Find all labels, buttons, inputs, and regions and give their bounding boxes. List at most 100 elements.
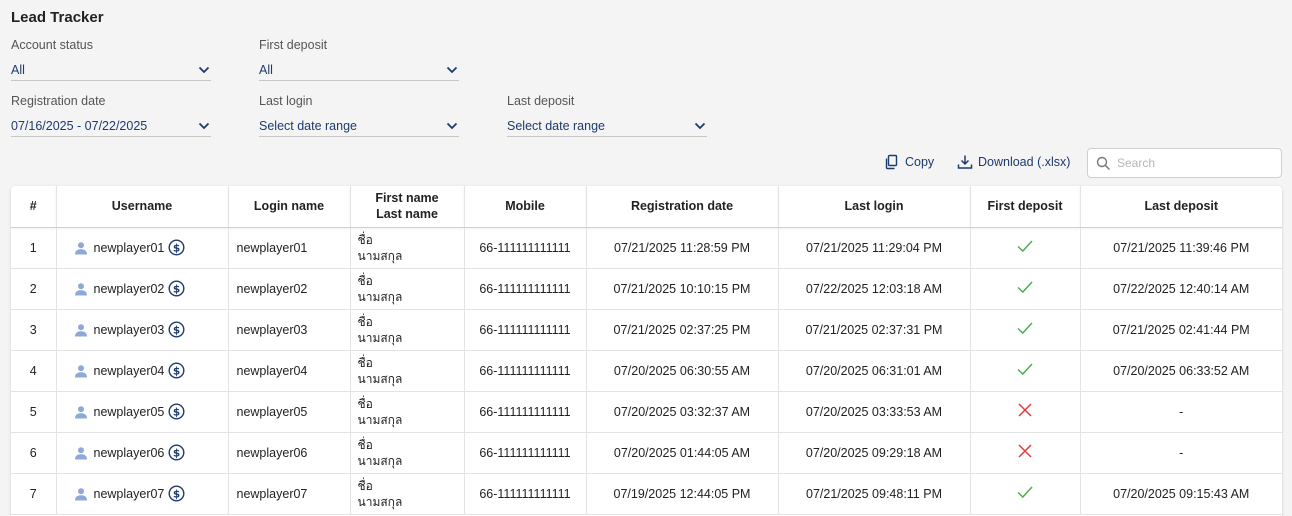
chevron-down-icon — [446, 66, 458, 73]
username-text[interactable]: newplayer06 — [94, 446, 165, 460]
table-row[interactable]: 2 newplayer02 $ newplayer02 ชื่อ นามสกุล… — [11, 268, 1282, 310]
dollar-coin-icon[interactable]: $ — [168, 444, 185, 461]
last-login-select[interactable]: Select date range — [259, 115, 459, 137]
username-text[interactable]: newplayer04 — [94, 364, 165, 378]
copy-label: Copy — [905, 155, 935, 169]
row-index: 7 — [11, 473, 57, 515]
row-last-name: นามสกุล — [357, 289, 403, 304]
user-icon — [74, 282, 87, 295]
row-full-name: ชื่อ นามสกุล — [350, 227, 465, 269]
row-username: newplayer05 $ — [56, 391, 229, 433]
row-first-name: ชื่อ — [357, 355, 373, 370]
filter-registration-date: Registration date 07/16/2025 - 07/22/202… — [11, 93, 211, 137]
search-icon — [1096, 156, 1111, 170]
row-first-name: ชื่อ — [357, 273, 373, 288]
username-text[interactable]: newplayer01 — [94, 241, 165, 255]
row-full-name: ชื่อ นามสกุล — [350, 473, 465, 515]
download-label: Download (.xlsx) — [978, 155, 1071, 169]
header-login-name[interactable]: Login name — [228, 186, 351, 228]
row-mobile: 66-111111111111 — [464, 391, 587, 433]
row-last-name: นามสกุล — [357, 248, 403, 263]
username-text[interactable]: newplayer02 — [94, 282, 165, 296]
row-login-name: newplayer05 — [228, 391, 351, 433]
row-login-name: newplayer04 — [228, 350, 351, 392]
download-xlsx-button[interactable]: Download (.xlsx) — [957, 154, 1070, 170]
row-registration-date: 07/21/2025 11:28:59 PM — [586, 227, 779, 269]
account-status-select[interactable]: All — [11, 59, 211, 81]
chevron-down-icon — [198, 66, 210, 73]
row-username: newplayer03 $ — [56, 309, 229, 351]
row-first-name: ชื่อ — [357, 232, 373, 247]
row-login-name: newplayer07 — [228, 473, 351, 515]
chevron-down-icon — [198, 122, 210, 129]
search-input[interactable] — [1117, 156, 1277, 170]
dollar-coin-icon[interactable]: $ — [168, 485, 185, 502]
chevron-down-icon — [446, 122, 458, 129]
header-first-deposit[interactable]: First deposit — [970, 186, 1081, 228]
table-row[interactable]: 4 newplayer04 $ newplayer04 ชื่อ นามสกุล… — [11, 350, 1282, 392]
row-last-deposit: 07/21/2025 11:39:46 PM — [1080, 227, 1282, 269]
row-first-name: ชื่อ — [357, 314, 373, 329]
header-index[interactable]: # — [11, 186, 57, 228]
row-first-deposit — [970, 432, 1081, 474]
row-login-name: newplayer03 — [228, 309, 351, 351]
row-username: newplayer01 $ — [56, 227, 229, 269]
dollar-coin-icon[interactable]: $ — [168, 321, 185, 338]
row-login-name: newplayer01 — [228, 227, 351, 269]
table-row[interactable]: 3 newplayer03 $ newplayer03 ชื่อ นามสกุล… — [11, 309, 1282, 351]
row-index: 3 — [11, 309, 57, 351]
row-index: 6 — [11, 432, 57, 474]
header-last-login[interactable]: Last login — [778, 186, 971, 228]
row-first-deposit — [970, 473, 1081, 515]
lead-table: # Username Login name First name Last na… — [11, 186, 1282, 515]
filter-label: Last deposit — [507, 94, 575, 108]
dollar-coin-icon[interactable]: $ — [168, 362, 185, 379]
table-row[interactable]: 6 newplayer06 $ newplayer06 ชื่อ นามสกุล… — [11, 432, 1282, 474]
username-text[interactable]: newplayer07 — [94, 487, 165, 501]
username-text[interactable]: newplayer03 — [94, 323, 165, 337]
dollar-coin-icon[interactable]: $ — [168, 403, 185, 420]
row-registration-date: 07/20/2025 01:44:05 AM — [586, 432, 779, 474]
header-full-name[interactable]: First name Last name — [350, 186, 465, 228]
table-row[interactable]: 7 newplayer07 $ newplayer07 ชื่อ นามสกุล… — [11, 473, 1282, 515]
table-header-row: # Username Login name First name Last na… — [11, 186, 1282, 228]
lead-table-container: # Username Login name First name Last na… — [11, 186, 1282, 516]
first-deposit-select[interactable]: All — [259, 59, 459, 81]
table-row[interactable]: 1 newplayer01 $ newplayer01 ชื่อ นามสกุล… — [11, 227, 1282, 269]
row-last-name: นามสกุล — [357, 371, 403, 386]
select-value: All — [11, 62, 25, 77]
download-icon — [957, 155, 973, 169]
user-icon — [74, 487, 87, 500]
user-icon — [74, 405, 87, 418]
row-full-name: ชื่อ นามสกุล — [350, 268, 465, 310]
row-last-name: นามสกุล — [357, 330, 403, 345]
row-last-deposit: 07/20/2025 09:15:43 AM — [1080, 473, 1282, 515]
header-mobile[interactable]: Mobile — [464, 186, 587, 228]
header-registration-date[interactable]: Registration date — [586, 186, 779, 228]
row-last-deposit: 07/21/2025 02:41:44 PM — [1080, 309, 1282, 351]
header-last-deposit[interactable]: Last deposit — [1080, 186, 1282, 228]
user-icon — [74, 241, 87, 254]
filter-label: Last login — [259, 94, 313, 108]
dollar-coin-icon[interactable]: $ — [168, 239, 185, 256]
row-last-login: 07/21/2025 11:29:04 PM — [778, 227, 971, 269]
user-icon — [74, 446, 87, 459]
last-deposit-select[interactable]: Select date range — [507, 115, 707, 137]
row-full-name: ชื่อ นามสกุล — [350, 432, 465, 474]
copy-button[interactable]: Copy — [884, 154, 934, 170]
row-last-login: 07/21/2025 09:48:11 PM — [778, 473, 971, 515]
select-value: 07/16/2025 - 07/22/2025 — [11, 118, 148, 133]
dollar-coin-icon[interactable]: $ — [168, 280, 185, 297]
row-username: newplayer04 $ — [56, 350, 229, 392]
header-username[interactable]: Username — [56, 186, 229, 228]
row-full-name: ชื่อ นามสกุล — [350, 309, 465, 351]
row-first-deposit — [970, 391, 1081, 433]
row-first-name: ชื่อ — [357, 437, 373, 452]
row-login-name: newplayer02 — [228, 268, 351, 310]
user-icon — [74, 323, 87, 336]
table-row[interactable]: 5 newplayer05 $ newplayer05 ชื่อ นามสกุล… — [11, 391, 1282, 433]
registration-date-select[interactable]: 07/16/2025 - 07/22/2025 — [11, 115, 211, 137]
username-text[interactable]: newplayer05 — [94, 405, 165, 419]
row-registration-date: 07/21/2025 10:10:15 PM — [586, 268, 779, 310]
filter-label: First deposit — [259, 38, 328, 52]
